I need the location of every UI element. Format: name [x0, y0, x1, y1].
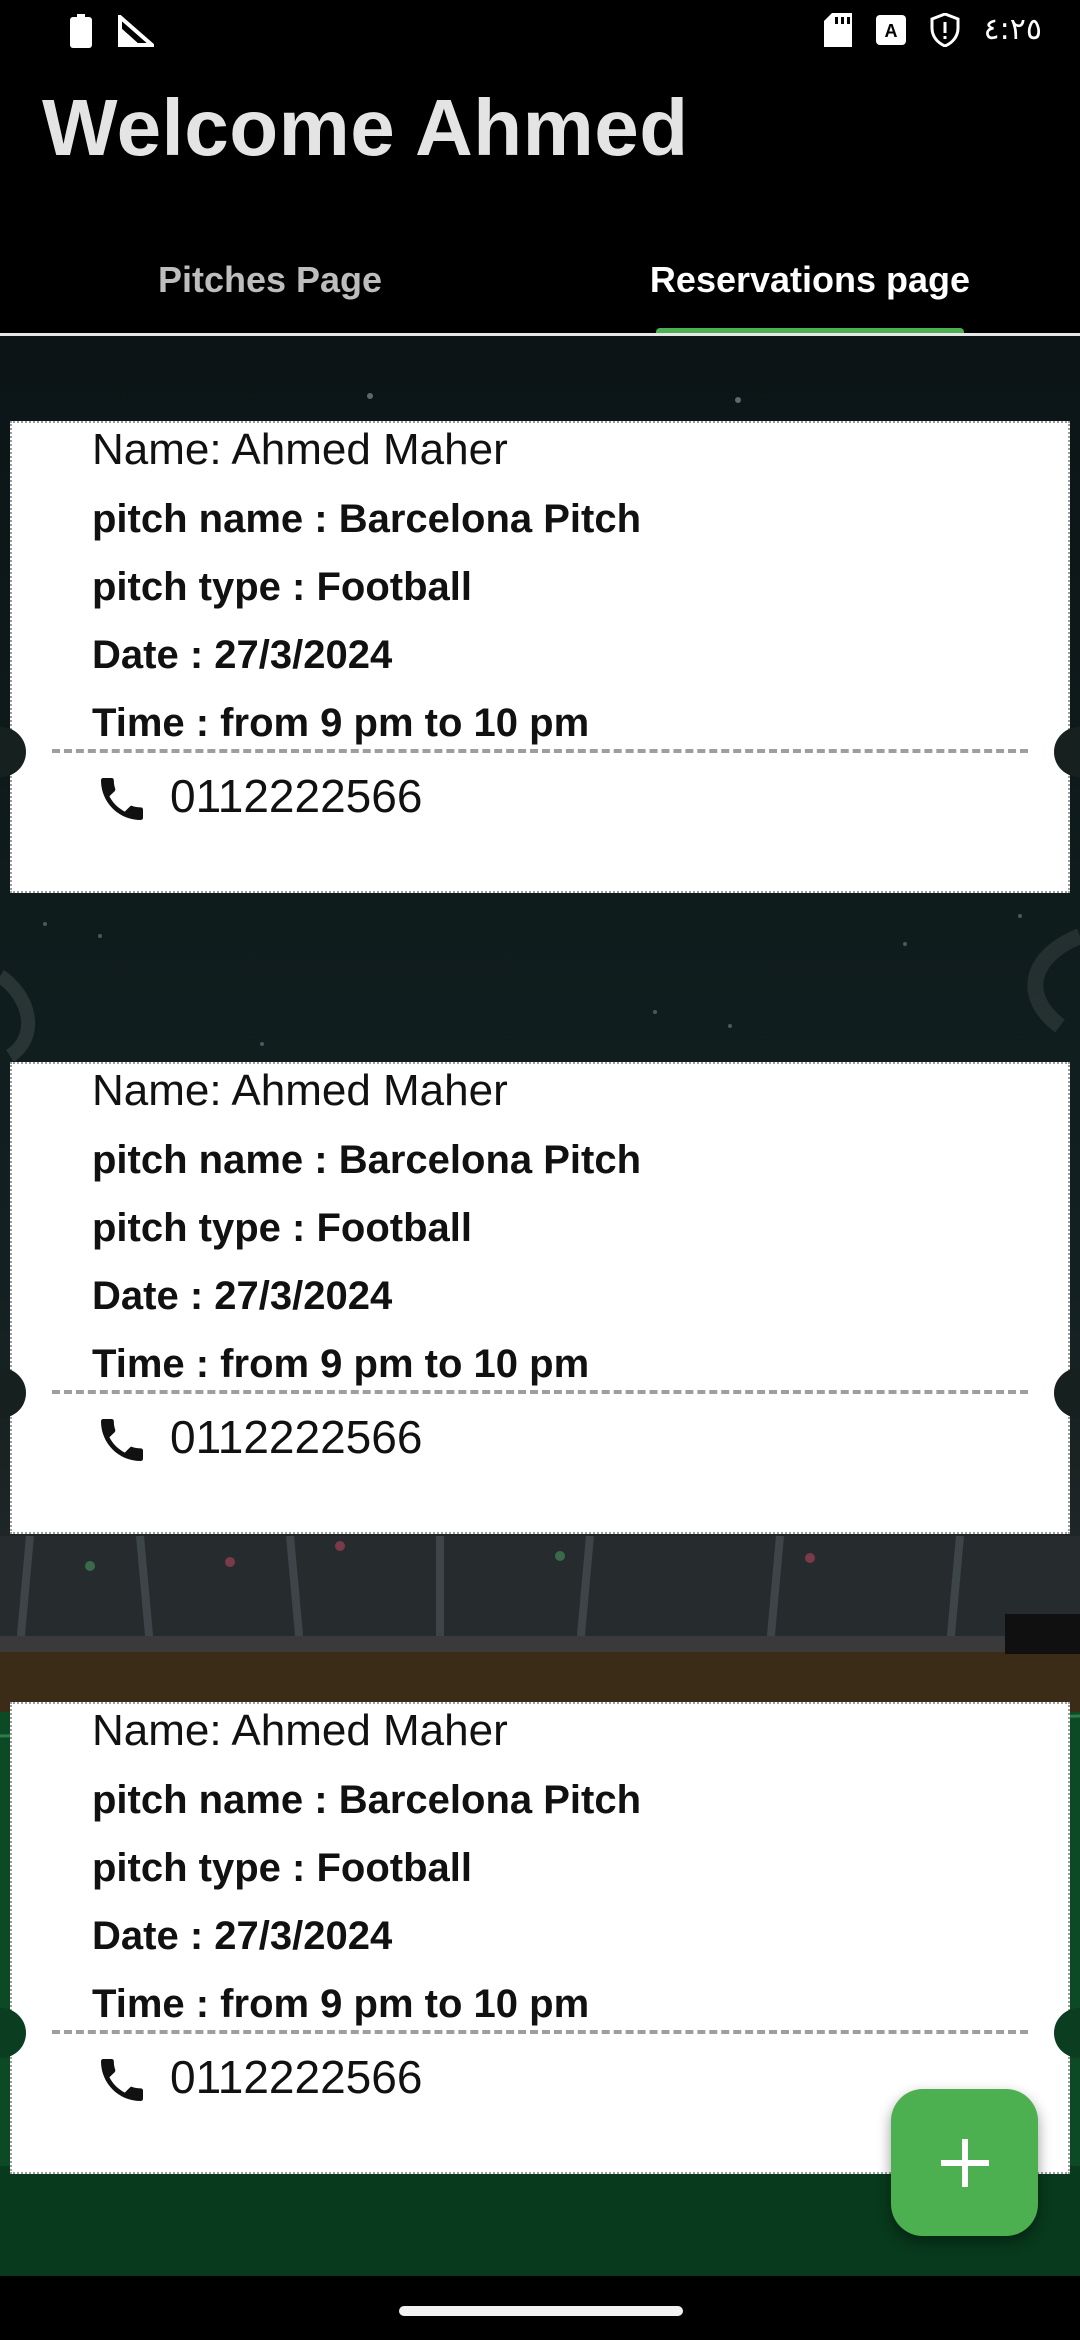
ticket-notch-left: [0, 2008, 26, 2058]
reservation-pitch-type: pitch type : Football: [92, 1846, 472, 1890]
svg-text:A: A: [884, 21, 897, 41]
plus-icon: [940, 2138, 989, 2187]
ticket-notch-right: [1054, 1368, 1080, 1418]
ticket-dashed-divider: [52, 2030, 1028, 2034]
reservation-pitch-name: pitch name : Barcelona Pitch: [92, 497, 642, 541]
phone-icon: [101, 1419, 143, 1461]
reservation-name: Name: Ahmed Maher: [92, 1066, 508, 1115]
reservation-card[interactable]: Name: Ahmed Maher pitch name : Barcelona…: [0, 1062, 1080, 1534]
tab-pitches-page[interactable]: Pitches Page: [0, 230, 540, 330]
reservation-pitch-name: pitch name : Barcelona Pitch: [92, 1778, 642, 1822]
signal-icon: [118, 15, 154, 47]
tab-bar: Pitches Page Reservations page: [0, 230, 1080, 335]
add-reservation-button[interactable]: [891, 2089, 1038, 2236]
reservation-phone: 0112222566: [170, 770, 423, 822]
ticket-notch-right: [1054, 727, 1080, 777]
phone-icon: [101, 778, 143, 820]
reservation-date: Date : 27/3/2024: [92, 633, 393, 677]
sd-card-icon: [823, 12, 852, 47]
ticket-dashed-divider: [52, 749, 1028, 753]
reservation-date: Date : 27/3/2024: [92, 1274, 393, 1318]
ticket-dashed-divider: [52, 1390, 1028, 1394]
page-title: Welcome Ahmed: [42, 83, 689, 172]
reservation-pitch-type: pitch type : Football: [92, 1206, 472, 1250]
home-gesture-handle[interactable]: [399, 2306, 683, 2316]
shield-icon: [930, 12, 960, 47]
reservation-phone: 0112222566: [170, 1411, 423, 1463]
reservation-time: Time : from 9 pm to 10 pm: [92, 1982, 590, 2026]
reservation-pitch-name: pitch name : Barcelona Pitch: [92, 1138, 642, 1182]
reservation-name: Name: Ahmed Maher: [92, 1706, 508, 1755]
ticket-notch-left: [0, 727, 26, 777]
phone-icon: [101, 2059, 143, 2101]
reservation-card[interactable]: Name: Ahmed Maher pitch name : Barcelona…: [0, 421, 1080, 893]
status-bar: A ٤:٢٥: [0, 0, 1080, 62]
ticket-notch-right: [1054, 2008, 1080, 2058]
reservation-pitch-type: pitch type : Football: [92, 565, 472, 609]
reservation-time: Time : from 9 pm to 10 pm: [92, 1342, 590, 1386]
reservation-date: Date : 27/3/2024: [92, 1914, 393, 1958]
tab-reservations-page[interactable]: Reservations page: [540, 230, 1080, 330]
battery-icon: [70, 14, 92, 48]
reservation-time: Time : from 9 pm to 10 pm: [92, 701, 590, 745]
reservation-phone: 0112222566: [170, 2051, 423, 2103]
ticket-notch-left: [0, 1368, 26, 1418]
reservation-name: Name: Ahmed Maher: [92, 425, 508, 474]
keyboard-a-icon: A: [875, 14, 906, 45]
status-time: ٤:٢٥: [983, 12, 1042, 47]
